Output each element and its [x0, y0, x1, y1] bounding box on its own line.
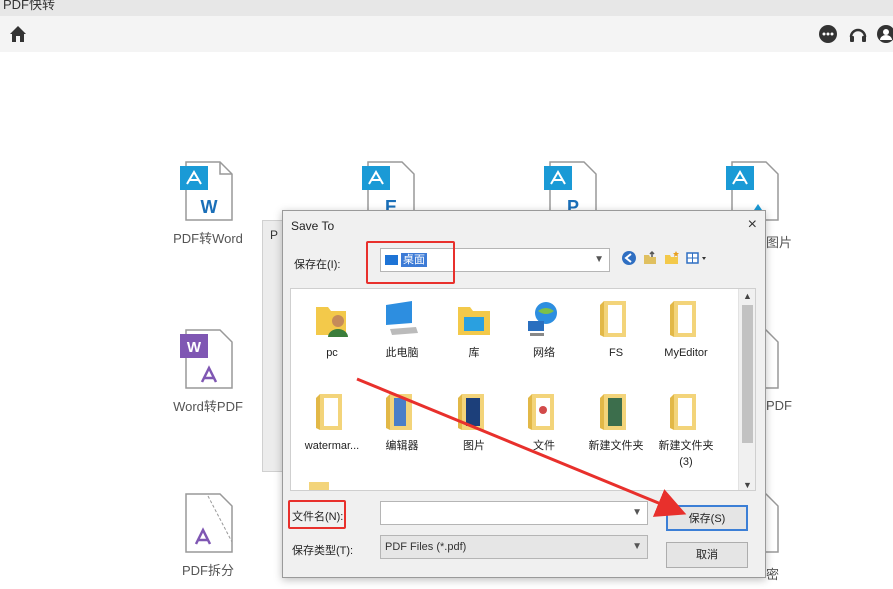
dialog-title: Save To: [291, 219, 335, 233]
pdf-split-icon: [185, 493, 233, 553]
folder-icon: [386, 394, 412, 430]
app-window: PDF快转 W PDF转Word E P 图片 W Word转PDF PDF P…: [0, 0, 893, 589]
item-label: 网络: [533, 347, 555, 359]
tile-label: PDF拆分: [181, 563, 234, 578]
title-bar: PDF快转: [0, 0, 893, 16]
folder-icon: [458, 394, 484, 430]
list-item[interactable]: MyEditor: [649, 299, 723, 361]
list-item[interactable]: 编辑器: [365, 392, 439, 454]
list-item[interactable]: 库: [437, 299, 511, 361]
chevron-down-icon: ▼: [632, 507, 642, 518]
folder-icon: [670, 301, 696, 337]
item-label: FS: [608, 347, 624, 359]
toolbar: [0, 16, 893, 52]
home-icon[interactable]: [8, 24, 28, 44]
tool-word-to-pdf[interactable]: W Word转PDF: [158, 328, 258, 415]
view-menu-icon[interactable]: [685, 249, 711, 267]
folder-icon: [528, 394, 554, 430]
item-label: 新建文件夹: [588, 440, 644, 452]
list-item[interactable]: 新建文件夹: [579, 392, 653, 454]
save-dialog: Save To × 保存在(I): 桌面 ▼ pc 此电脑 库 网络 FS My…: [282, 210, 766, 578]
list-item[interactable]: FS: [579, 299, 653, 361]
scrollbar[interactable]: ▲ ▼: [738, 289, 755, 490]
chevron-down-icon: ▼: [594, 254, 604, 265]
background-dialog-title: P: [270, 228, 279, 242]
item-label: pc: [326, 347, 338, 359]
tile-label: Word转PDF: [173, 399, 243, 414]
up-folder-icon[interactable]: [641, 249, 659, 267]
folder-icon: [600, 394, 626, 430]
filetype-label: 保存类型(T):: [292, 545, 354, 557]
cancel-button[interactable]: 取消: [666, 542, 748, 568]
filename-input[interactable]: ▼: [380, 501, 648, 525]
scroll-thumb[interactable]: [742, 305, 753, 443]
list-item[interactable]: 网络: [507, 299, 581, 361]
list-item[interactable]: 新建文件夹 (3): [649, 392, 723, 470]
folder-icon: [670, 394, 696, 430]
tile-letter: W: [201, 197, 218, 217]
user-icon[interactable]: [876, 24, 893, 44]
new-folder-icon[interactable]: [663, 249, 681, 267]
tool-pdf-split[interactable]: PDF拆分: [158, 492, 258, 579]
annotation-box-filename: [288, 500, 346, 529]
user-folder-icon: [316, 307, 348, 337]
headset-icon[interactable]: [848, 24, 868, 44]
save-button[interactable]: 保存(S): [666, 505, 748, 531]
list-item[interactable]: 此电脑: [365, 299, 439, 361]
tile-label-clipped: 图片: [766, 235, 793, 250]
folder-icon-partial: [309, 482, 329, 490]
app-title: PDF快转: [3, 0, 56, 12]
chevron-down-icon[interactable]: ▼: [743, 480, 752, 490]
item-label: 新建文件夹 (3): [658, 440, 714, 468]
item-label: watermar...: [304, 440, 360, 452]
filetype-value: PDF Files (*.pdf): [385, 541, 467, 553]
item-label: MyEditor: [664, 347, 708, 359]
computer-icon: [386, 301, 418, 335]
network-icon: [528, 302, 557, 336]
item-label: 文件: [533, 440, 555, 452]
back-icon[interactable]: [620, 249, 638, 267]
list-item[interactable]: 图片: [437, 392, 511, 454]
library-icon: [458, 307, 490, 335]
tile-letter: W: [187, 339, 202, 356]
tile-label-clipped: 密: [766, 567, 780, 582]
location-label: 保存在(I):: [294, 259, 341, 271]
list-item[interactable]: 文件: [507, 392, 581, 454]
pdf-to-word-icon: W: [180, 161, 233, 221]
filetype-dropdown[interactable]: PDF Files (*.pdf) ▼: [380, 535, 648, 559]
item-label: 库: [468, 347, 480, 359]
word-to-pdf-icon: W: [180, 329, 233, 389]
tile-label-clipped: PDF: [766, 398, 792, 413]
item-label: 此电脑: [385, 347, 419, 359]
chevron-up-icon[interactable]: ▲: [743, 291, 752, 301]
file-list: pc 此电脑 库 网络 FS MyEditor watermar... 编辑器 …: [290, 288, 756, 491]
close-icon[interactable]: ×: [748, 216, 757, 234]
folder-icon: [600, 301, 626, 337]
tile-label: PDF转Word: [173, 231, 243, 246]
list-item[interactable]: pc: [295, 299, 369, 361]
folder-icon: [316, 394, 342, 430]
chevron-down-icon: ▼: [632, 541, 642, 552]
chat-icon[interactable]: [818, 24, 838, 44]
list-item[interactable]: watermar...: [295, 392, 369, 454]
tool-pdf-to-word[interactable]: W PDF转Word: [158, 160, 258, 247]
item-label: 编辑器: [385, 440, 419, 452]
item-label: 图片: [463, 440, 485, 452]
annotation-box-location: [366, 241, 455, 284]
